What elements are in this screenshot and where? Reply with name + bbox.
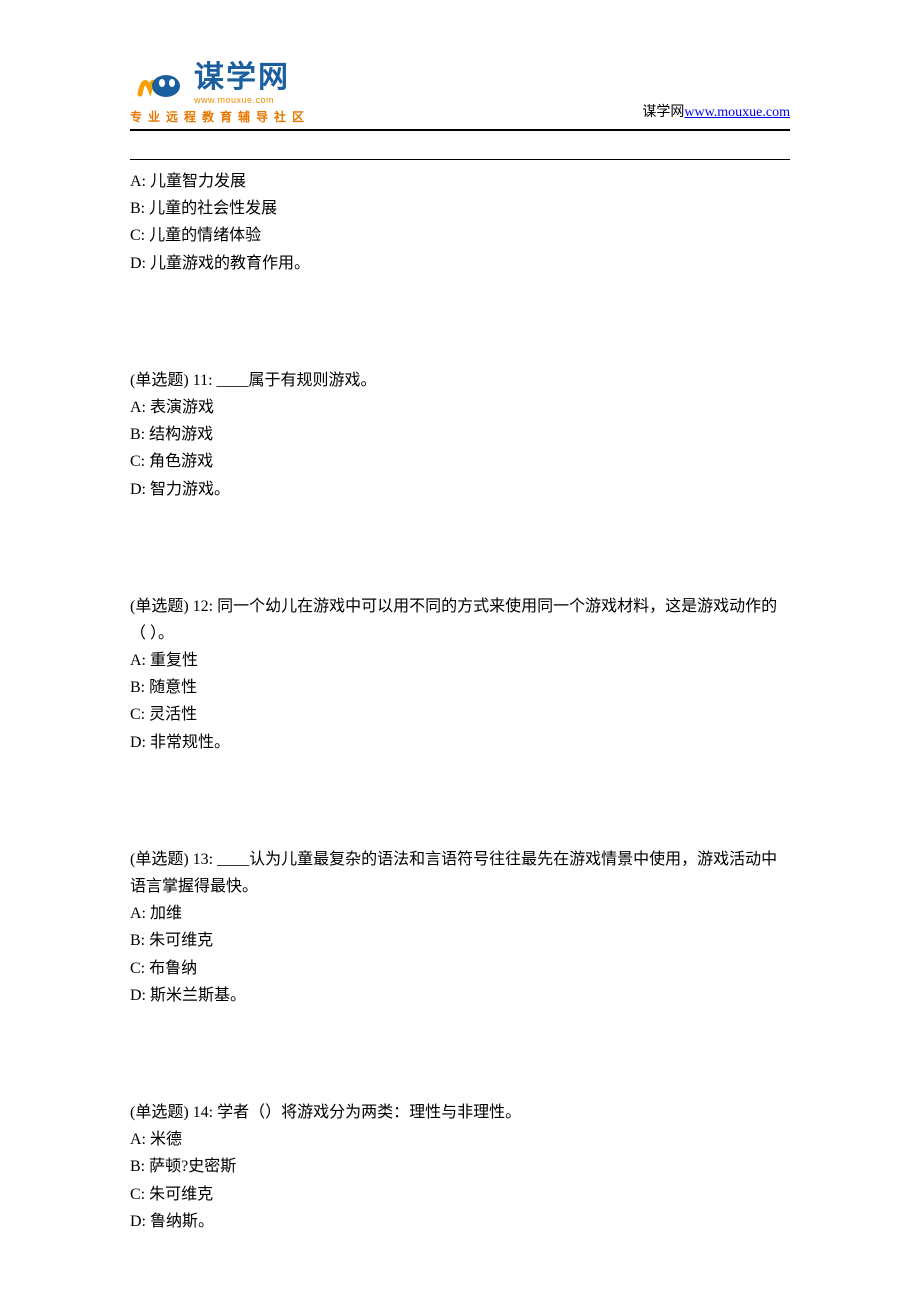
option-b: B: 随意性 [130, 674, 790, 701]
option-c: C: 布鲁纳 [130, 955, 790, 982]
question-gap [130, 277, 790, 367]
option-b: B: 萨顿?史密斯 [130, 1153, 790, 1180]
site-label: 谋学网 [642, 105, 684, 120]
question-11: (单选题) 11: ____属于有规则游戏。 A: 表演游戏 B: 结构游戏 C… [130, 367, 790, 503]
option-a: A: 表演游戏 [130, 394, 790, 421]
logo-icon [130, 64, 186, 104]
question-gap [130, 1009, 790, 1099]
logo-main-text: 谋学网 [194, 63, 290, 93]
option-c: C: 角色游戏 [130, 448, 790, 475]
content-top-line [130, 159, 790, 160]
question-prompt: (单选题) 13: ____认为儿童最复杂的语法和言语符号往往最先在游戏情景中使… [130, 846, 790, 900]
option-c: C: 儿童的情绪体验 [130, 222, 790, 249]
option-a: A: 重复性 [130, 647, 790, 674]
question-prompt: (单选题) 14: 学者（）将游戏分为两类：理性与非理性。 [130, 1099, 790, 1126]
logo-text: 谋学网 www.mouxue.com [194, 63, 290, 105]
page-header: 谋学网 www.mouxue.com 专业远程教育辅导社区 谋学网www.mou… [0, 0, 920, 125]
question-12: (单选题) 12: 同一个幼儿在游戏中可以用不同的方式来使用同一个游戏材料，这是… [130, 593, 790, 756]
site-url-link[interactable]: www.mouxue.com [684, 105, 790, 120]
header-site-link: 谋学网www.mouxue.com [642, 101, 790, 125]
option-c: C: 朱可维克 [130, 1181, 790, 1208]
option-b: B: 朱可维克 [130, 927, 790, 954]
option-c: C: 灵活性 [130, 701, 790, 728]
option-a: A: 米德 [130, 1126, 790, 1153]
logo-block: 谋学网 www.mouxue.com 专业远程教育辅导社区 [130, 63, 310, 125]
logo-row: 谋学网 www.mouxue.com [130, 63, 290, 105]
question-13: (单选题) 13: ____认为儿童最复杂的语法和言语符号往往最先在游戏情景中使… [130, 846, 790, 1009]
prev-question-options: A: 儿童智力发展 B: 儿童的社会性发展 C: 儿童的情绪体验 D: 儿童游戏… [130, 168, 790, 277]
question-gap [130, 756, 790, 846]
content-area: A: 儿童智力发展 B: 儿童的社会性发展 C: 儿童的情绪体验 D: 儿童游戏… [0, 131, 920, 1235]
option-b: B: 结构游戏 [130, 421, 790, 448]
question-gap [130, 503, 790, 593]
option-d: D: 斯米兰斯基。 [130, 982, 790, 1009]
option-d: D: 智力游戏。 [130, 476, 790, 503]
option-a: A: 儿童智力发展 [130, 168, 790, 195]
question-prompt: (单选题) 11: ____属于有规则游戏。 [130, 367, 790, 394]
question-14: (单选题) 14: 学者（）将游戏分为两类：理性与非理性。 A: 米德 B: 萨… [130, 1099, 790, 1235]
option-a: A: 加维 [130, 900, 790, 927]
option-d: D: 鲁纳斯。 [130, 1208, 790, 1235]
question-prompt: (单选题) 12: 同一个幼儿在游戏中可以用不同的方式来使用同一个游戏材料，这是… [130, 593, 790, 647]
option-d: D: 非常规性。 [130, 729, 790, 756]
option-d: D: 儿童游戏的教育作用。 [130, 250, 790, 277]
option-b: B: 儿童的社会性发展 [130, 195, 790, 222]
logo-tagline: 专业远程教育辅导社区 [130, 108, 310, 125]
logo-domain-text: www.mouxue.com [194, 95, 290, 105]
